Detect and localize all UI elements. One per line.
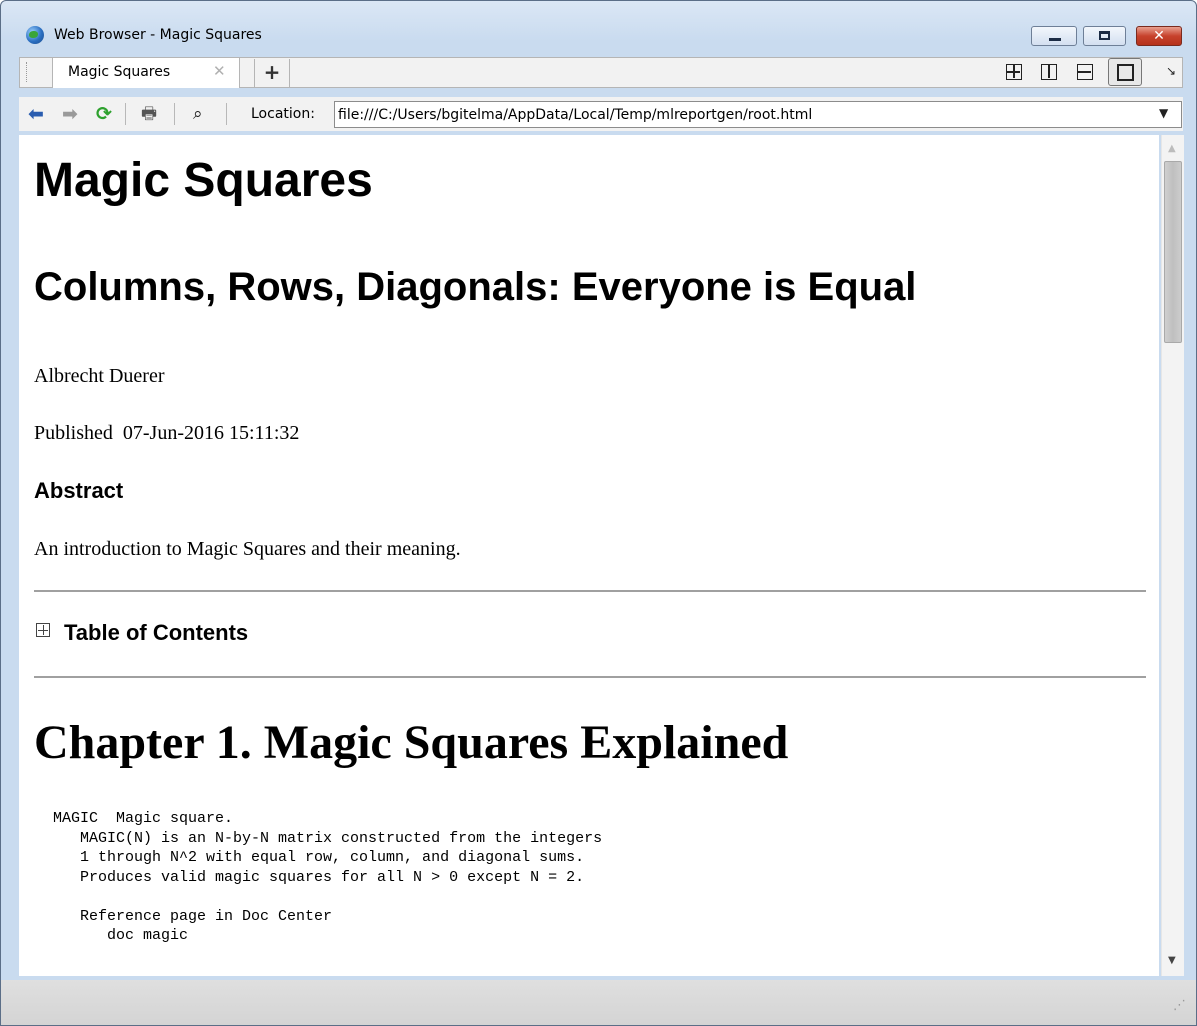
window-title: Web Browser - Magic Squares bbox=[54, 27, 262, 43]
tile-grid-icon[interactable] bbox=[1006, 64, 1022, 80]
dock-icon[interactable]: ↘ bbox=[1166, 64, 1176, 78]
page-content: Magic Squares Columns, Rows, Diagonals: … bbox=[19, 135, 1159, 976]
code-block: MAGIC Magic square. MAGIC(N) is an N-by-… bbox=[53, 810, 603, 944]
print-icon[interactable]: 🖶 bbox=[141, 105, 159, 123]
scroll-thumb[interactable] bbox=[1164, 161, 1182, 343]
refresh-icon[interactable]: ⟳ bbox=[96, 105, 114, 124]
forward-arrow-icon[interactable]: ➡ bbox=[62, 105, 80, 124]
toolbar-separator bbox=[125, 103, 126, 125]
toc-toggle[interactable]: Table of Contents bbox=[64, 620, 248, 646]
split-vertical-icon[interactable] bbox=[1041, 64, 1057, 80]
doc-published-date: Published 07-Jun-2016 15:11:32 bbox=[34, 422, 300, 444]
toolbar-separator bbox=[226, 103, 227, 125]
tab-magic-squares[interactable]: Magic Squares ✕ bbox=[52, 58, 240, 88]
status-bar: ⋰ bbox=[1, 980, 1196, 1025]
toolbar-separator bbox=[174, 103, 175, 125]
abstract-text: An introduction to Magic Squares and the… bbox=[34, 538, 461, 560]
back-arrow-icon[interactable]: ⬅ bbox=[28, 105, 46, 124]
divider bbox=[34, 676, 1146, 678]
close-button[interactable]: ✕ bbox=[1136, 26, 1182, 46]
single-view-icon bbox=[1117, 64, 1134, 81]
find-icon[interactable]: ⌕ bbox=[193, 105, 211, 123]
maximize-icon bbox=[1099, 31, 1110, 40]
doc-title: Magic Squares bbox=[34, 154, 373, 207]
browser-window: Web Browser - Magic Squares ✕ Magic Squa… bbox=[0, 0, 1197, 1026]
minimize-icon bbox=[1049, 38, 1061, 41]
location-label: Location: bbox=[251, 106, 315, 122]
scroll-down-icon[interactable]: ▼ bbox=[1168, 955, 1176, 966]
location-input[interactable] bbox=[334, 101, 1182, 128]
toolbar: ⬅ ➡ ⟳ 🖶 ⌕ Location: ▼ bbox=[19, 97, 1183, 131]
chapter-title: Chapter 1. Magic Squares Explained bbox=[34, 716, 789, 769]
expand-icon[interactable] bbox=[36, 623, 50, 637]
doc-author: Albrecht Duerer bbox=[34, 365, 165, 387]
resize-grip-icon[interactable]: ⋰ bbox=[1173, 998, 1186, 1013]
tab-label: Magic Squares bbox=[68, 64, 171, 80]
scroll-up-icon[interactable]: ▲ bbox=[1168, 143, 1176, 154]
close-icon: ✕ bbox=[1153, 28, 1165, 44]
divider bbox=[34, 590, 1146, 592]
new-tab-button[interactable]: + bbox=[254, 59, 290, 87]
vertical-scrollbar[interactable]: ▲ ▼ bbox=[1161, 135, 1184, 976]
title-bar: Web Browser - Magic Squares ✕ bbox=[1, 1, 1196, 46]
minimize-button[interactable] bbox=[1031, 26, 1077, 46]
chevron-down-icon[interactable]: ▼ bbox=[1159, 106, 1168, 120]
split-horizontal-icon[interactable] bbox=[1077, 64, 1093, 80]
tab-close-icon[interactable]: ✕ bbox=[213, 62, 226, 80]
abstract-heading: Abstract bbox=[34, 478, 124, 503]
globe-icon bbox=[26, 26, 44, 44]
doc-subtitle: Columns, Rows, Diagonals: Everyone is Eq… bbox=[34, 265, 917, 309]
drag-grip[interactable] bbox=[26, 62, 30, 82]
maximize-button[interactable] bbox=[1083, 26, 1126, 46]
single-view-button[interactable] bbox=[1108, 58, 1142, 86]
tab-bar: Magic Squares ✕ + ↘ bbox=[19, 57, 1183, 88]
